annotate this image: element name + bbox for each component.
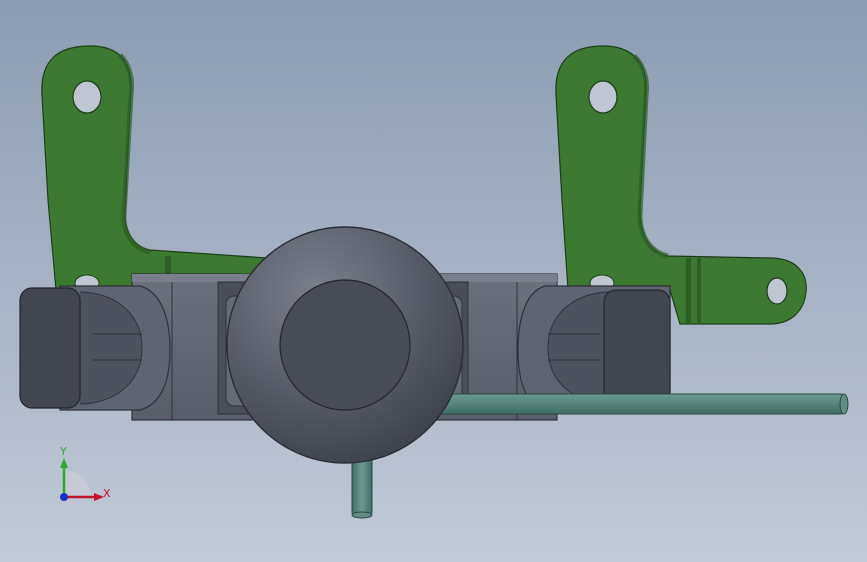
right-bracket-slot-b	[697, 258, 701, 324]
left-bracket-hole	[72, 80, 102, 114]
left-rubber-pad	[19, 287, 81, 409]
left-bracket[interactable]	[41, 45, 269, 292]
left-bracket-slot	[165, 256, 171, 276]
vertical-stem-end	[351, 511, 373, 519]
right-bracket-slot-a	[686, 258, 691, 324]
right-end-pad[interactable]	[517, 285, 671, 411]
knob-face	[279, 279, 411, 411]
triad-arc	[64, 470, 91, 497]
knob[interactable]	[226, 226, 464, 464]
3d-viewport[interactable]: Y X	[0, 0, 867, 562]
x-axis-label: X	[103, 487, 111, 500]
y-axis-label: Y	[59, 445, 67, 458]
horizontal-rod-body	[439, 393, 845, 415]
right-bracket[interactable]	[555, 45, 807, 325]
y-axis-arrow	[60, 458, 68, 468]
vertical-stem-body	[351, 454, 373, 516]
model-graphics[interactable]: Y X	[0, 0, 867, 562]
right-bracket-hole	[588, 80, 618, 114]
horizontal-rod-end	[839, 393, 849, 415]
left-bracket-body	[41, 45, 269, 291]
vertical-stem[interactable]	[351, 454, 373, 519]
right-bracket-tab-hole	[766, 277, 788, 305]
left-end-pad[interactable]	[19, 285, 171, 411]
right-rubber-pad	[603, 289, 671, 409]
axis-triad: Y X	[59, 445, 111, 501]
z-axis-dot	[60, 493, 68, 501]
horizontal-rod[interactable]	[439, 393, 849, 415]
